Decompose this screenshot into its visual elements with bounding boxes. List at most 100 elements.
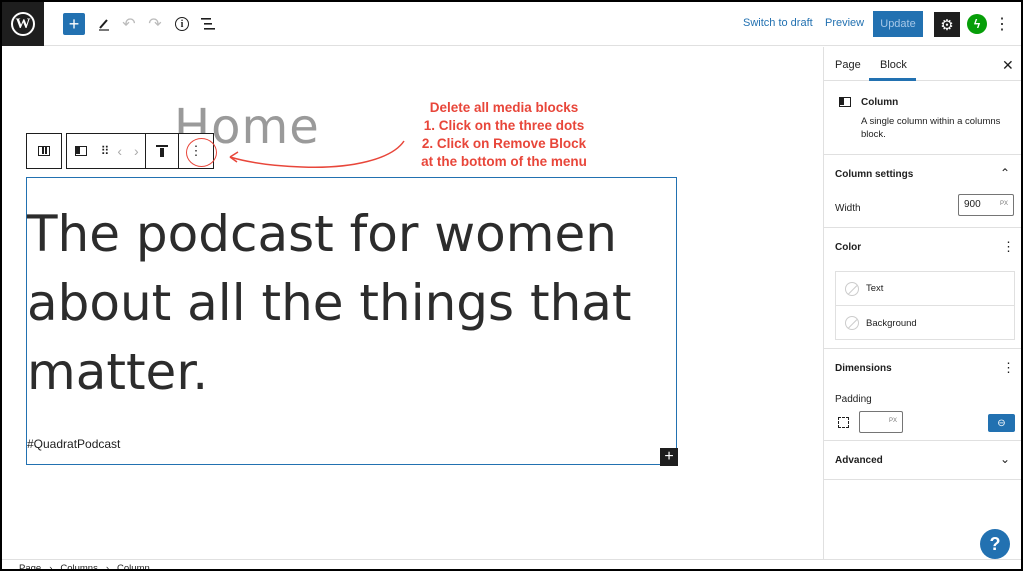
redo-button[interactable]: ↷ xyxy=(146,12,164,36)
jetpack-icon: ϟ xyxy=(973,17,981,31)
kebab-icon: ⋮ xyxy=(1002,239,1015,254)
width-input[interactable]: 900 PX xyxy=(958,194,1014,216)
annotation-line-4: at the bottom of the menu xyxy=(421,154,587,169)
color-options-button[interactable]: ⋮ xyxy=(1002,239,1015,255)
text-color-label: Text xyxy=(866,283,884,294)
align-top-icon xyxy=(156,145,168,157)
undo-button[interactable]: ↶ xyxy=(120,12,138,36)
background-color-item[interactable]: Background xyxy=(836,306,1014,340)
empty-swatch-icon xyxy=(845,316,859,330)
details-button[interactable]: i xyxy=(172,12,192,36)
editor-window: W + ↶ ↷ i Switch to draft Preview Update… xyxy=(0,0,1023,571)
vertical-align-button[interactable] xyxy=(145,134,179,168)
info-icon: i xyxy=(175,17,189,31)
padding-unit-select[interactable]: PX xyxy=(889,418,897,424)
width-unit-select[interactable]: PX xyxy=(1000,201,1008,207)
breadcrumb-item-page[interactable]: Page xyxy=(19,563,41,569)
empty-swatch-icon xyxy=(845,281,859,296)
wordpress-logo-button[interactable]: W xyxy=(2,2,44,46)
tab-page[interactable]: Page xyxy=(835,59,861,71)
width-value: 900 xyxy=(964,199,981,210)
column-icon xyxy=(839,97,851,107)
color-panel: Color ⋮ Text Background xyxy=(824,229,1021,349)
breadcrumb: Page › Columns › Column xyxy=(19,563,150,571)
chevron-right-icon: › xyxy=(105,563,110,571)
switch-to-draft-button[interactable]: Switch to draft xyxy=(743,17,813,29)
chevron-up-icon: ⌃ xyxy=(1000,166,1011,180)
annotation-line-3: 2. Click on Remove Block xyxy=(421,136,587,151)
close-icon: ✕ xyxy=(1002,57,1014,73)
parent-block-group xyxy=(26,133,62,169)
settings-sidebar: Page Block ✕ Column A single column with… xyxy=(823,47,1021,559)
settings-button[interactable]: ⚙ xyxy=(934,12,960,37)
selected-column-block[interactable]: The podcast for women about all the thin… xyxy=(26,177,678,466)
collapse-panel-button[interactable]: ⌃ xyxy=(1000,166,1010,180)
top-toolbar: W + ↶ ↷ i Switch to draft Preview Update… xyxy=(2,2,1021,46)
breadcrumb-item-columns[interactable]: Columns xyxy=(60,563,98,569)
dimensions-options-button[interactable]: ⋮ xyxy=(1002,360,1015,376)
padding-sides-icon xyxy=(838,417,849,428)
color-items: Text Background xyxy=(835,271,1015,340)
dimensions-panel: Dimensions ⋮ Padding PX ⊖ xyxy=(824,350,1021,441)
plus-icon: + xyxy=(68,13,80,34)
jetpack-button[interactable]: ϟ xyxy=(967,14,987,34)
breadcrumb-item-column[interactable]: Column xyxy=(117,563,150,569)
block-card: Column A single column within a columns … xyxy=(824,82,1021,155)
expand-panel-button[interactable]: ⌄ xyxy=(1000,452,1010,466)
annotation-circle xyxy=(186,138,217,167)
drag-handle[interactable]: ⠿ xyxy=(95,134,115,168)
options-button[interactable]: ⋮ xyxy=(994,14,1010,34)
gear-icon: ⚙ xyxy=(940,16,954,34)
dimensions-title: Dimensions xyxy=(835,363,892,374)
tab-block[interactable]: Block xyxy=(880,59,907,71)
move-buttons[interactable]: ‹ › xyxy=(115,134,145,168)
padding-input[interactable]: PX xyxy=(859,411,903,433)
color-title: Color xyxy=(835,242,862,253)
advanced-title[interactable]: Advanced xyxy=(835,455,883,466)
plus-icon: + xyxy=(664,448,674,465)
chevron-down-icon: ⌄ xyxy=(1000,452,1011,466)
sidebar-tabs: Page Block ✕ xyxy=(824,47,1021,81)
block-card-description: A single column within a columns block. xyxy=(861,116,1001,140)
wordpress-logo-icon: W xyxy=(11,12,35,36)
annotation-line-2: 1. Click on the three dots xyxy=(423,118,585,133)
undo-icon: ↶ xyxy=(122,16,136,33)
chevron-right-icon: › xyxy=(49,563,53,571)
kebab-icon: ⋮ xyxy=(1002,360,1015,375)
link-icon: ⊖ xyxy=(997,417,1006,429)
background-color-label: Background xyxy=(866,317,917,329)
preview-button[interactable]: Preview xyxy=(825,17,864,29)
width-label: Width xyxy=(835,203,861,214)
advanced-panel[interactable]: Advanced ⌄ xyxy=(824,442,1021,480)
add-block-button[interactable]: + xyxy=(63,13,85,35)
block-breadcrumb-bar: Page › Columns › Column xyxy=(2,559,1021,571)
drag-handle-icon: ⠿ xyxy=(100,144,110,158)
update-button[interactable]: Update xyxy=(873,11,923,37)
editor-canvas: Home ⠿ ‹ › ⋮ Delete all media blocks 1. … xyxy=(2,47,822,559)
text-color-item[interactable]: Text xyxy=(836,272,1014,306)
hashtag-paragraph[interactable]: #QuadratPodcast xyxy=(27,437,120,451)
block-type-button[interactable] xyxy=(67,134,95,168)
annotation-line-1: Delete all media blocks xyxy=(429,100,579,115)
pencil-icon xyxy=(99,19,109,31)
kebab-icon: ⋮ xyxy=(994,16,1010,33)
annotation-arrow xyxy=(229,140,405,169)
help-button[interactable]: ? xyxy=(980,529,1010,559)
padding-label: Padding xyxy=(835,394,872,405)
column-icon xyxy=(75,146,87,156)
column-settings-title[interactable]: Column settings xyxy=(835,169,913,180)
block-inserter-button[interactable]: + xyxy=(660,448,678,466)
redo-icon: ↷ xyxy=(148,16,162,33)
close-sidebar-button[interactable]: ✕ xyxy=(1002,57,1014,74)
select-parent-button[interactable] xyxy=(27,134,61,168)
block-card-title: Column xyxy=(861,97,899,108)
columns-icon xyxy=(38,146,50,156)
unlink-sides-button[interactable]: ⊖ xyxy=(988,414,1015,432)
tools-button[interactable] xyxy=(94,12,114,36)
list-view-icon xyxy=(201,18,215,30)
hero-heading[interactable]: The podcast for women about all the thin… xyxy=(27,200,677,407)
chevron-left-right-icon: ‹ › xyxy=(117,143,143,159)
column-settings-panel: Column settings ⌃ Width 900 PX xyxy=(824,156,1021,228)
list-view-button[interactable] xyxy=(198,12,218,36)
annotation-text: Delete all media blocks 1. Click on the … xyxy=(404,99,604,171)
